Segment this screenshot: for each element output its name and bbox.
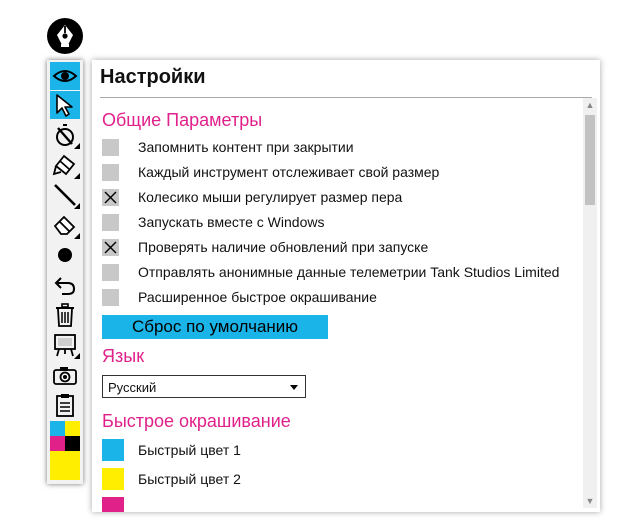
eye-icon	[52, 70, 78, 82]
tool-pen[interactable]	[50, 121, 80, 149]
clipboard-icon	[56, 394, 74, 417]
checkbox[interactable]	[102, 263, 119, 281]
tool-cursor[interactable]	[50, 91, 80, 119]
option-row[interactable]: Отправлять анонимные данные телеметрии T…	[102, 263, 559, 281]
checkbox[interactable]	[102, 188, 119, 206]
app-logo-pen-icon[interactable]	[47, 18, 83, 54]
checkbox[interactable]	[102, 288, 119, 306]
quick-color-swatch[interactable]	[102, 497, 124, 512]
submenu-indicator	[74, 233, 80, 239]
option-row[interactable]: Расширенное быстрое окрашивание	[102, 288, 377, 306]
submenu-indicator	[74, 203, 80, 209]
tool-clipboard[interactable]	[50, 391, 80, 419]
palette-swatch[interactable]	[50, 436, 65, 451]
checkbox[interactable]	[102, 138, 119, 156]
quick-color-label: Быстрый цвет 2	[138, 471, 241, 487]
settings-title: Настройки	[100, 66, 206, 88]
language-selected-value: Русский	[108, 380, 157, 395]
tool-camera[interactable]	[50, 361, 80, 389]
option-row[interactable]: Каждый инструмент отслеживает свой разме…	[102, 163, 439, 181]
language-heading: Язык	[102, 346, 145, 366]
option-label: Запускать вместе с Windows	[138, 214, 325, 230]
dropdown-arrow-icon	[290, 385, 298, 390]
option-row[interactable]: Запускать вместе с Windows	[102, 213, 324, 231]
dot-icon	[58, 248, 72, 262]
quick-color-row[interactable]: Быстрый цвет 1	[102, 439, 241, 461]
toolbar	[47, 60, 83, 484]
palette-swatch[interactable]	[65, 436, 80, 451]
tool-eraser[interactable]	[50, 211, 80, 239]
settings-panel: Настройки Общие Параметры Запомнить конт…	[92, 60, 600, 512]
checkbox[interactable]	[102, 238, 119, 256]
tool-board[interactable]	[50, 331, 80, 359]
scroll-up-icon[interactable]: ▲	[583, 98, 597, 112]
vertical-scrollbar[interactable]: ▲ ▼	[583, 98, 597, 508]
tool-line[interactable]	[50, 181, 80, 209]
option-label: Каждый инструмент отслеживает свой разме…	[138, 164, 440, 180]
tool-dot[interactable]	[50, 241, 80, 269]
cursor-icon	[56, 94, 73, 117]
color-palette[interactable]	[50, 421, 80, 480]
settings-content: Общие Параметры Запомнить контент при за…	[92, 98, 582, 512]
option-label: Колесико мыши регулирует размер пера	[138, 189, 403, 205]
language-select[interactable]: Русский	[102, 375, 306, 398]
quick-color-row[interactable]: Быстрый цвет 2	[102, 468, 241, 490]
palette-swatch[interactable]	[50, 421, 65, 436]
option-row[interactable]: Запомнить контент при закрытии	[102, 138, 354, 156]
reset-defaults-button[interactable]: Сброс по умолчанию	[102, 315, 328, 339]
checkbox[interactable]	[102, 163, 119, 181]
submenu-indicator	[74, 173, 80, 179]
tool-undo[interactable]	[50, 271, 80, 299]
quick-color-row[interactable]	[102, 497, 138, 512]
option-row[interactable]: Проверять наличие обновлений при запуске	[102, 238, 428, 256]
quick-color-label: Быстрый цвет 1	[138, 442, 241, 458]
general-heading: Общие Параметры	[102, 110, 263, 130]
trash-icon	[56, 303, 74, 327]
undo-icon	[54, 277, 76, 295]
tool-highlighter[interactable]	[50, 151, 80, 179]
option-label: Проверять наличие обновлений при запуске	[138, 239, 429, 255]
palette-swatch[interactable]	[50, 451, 80, 480]
option-label: Запомнить контент при закрытии	[138, 139, 354, 155]
submenu-indicator	[74, 143, 80, 149]
submenu-indicator	[74, 353, 80, 359]
camera-icon	[53, 367, 77, 385]
tool-trash[interactable]	[50, 301, 80, 329]
scroll-thumb[interactable]	[585, 115, 595, 205]
quick-color-heading: Быстрое окрашивание	[102, 411, 291, 431]
option-row[interactable]: Колесико мыши регулирует размер пера	[102, 188, 402, 206]
scroll-down-icon[interactable]: ▼	[583, 494, 597, 508]
quick-color-swatch[interactable]	[102, 468, 124, 490]
palette-swatch[interactable]	[65, 421, 80, 436]
option-label: Отправлять анонимные данные телеметрии T…	[138, 264, 560, 280]
option-label: Расширенное быстрое окрашивание	[138, 289, 377, 305]
tool-eye[interactable]	[50, 62, 80, 90]
checkbox[interactable]	[102, 213, 119, 231]
quick-color-swatch[interactable]	[102, 439, 124, 461]
